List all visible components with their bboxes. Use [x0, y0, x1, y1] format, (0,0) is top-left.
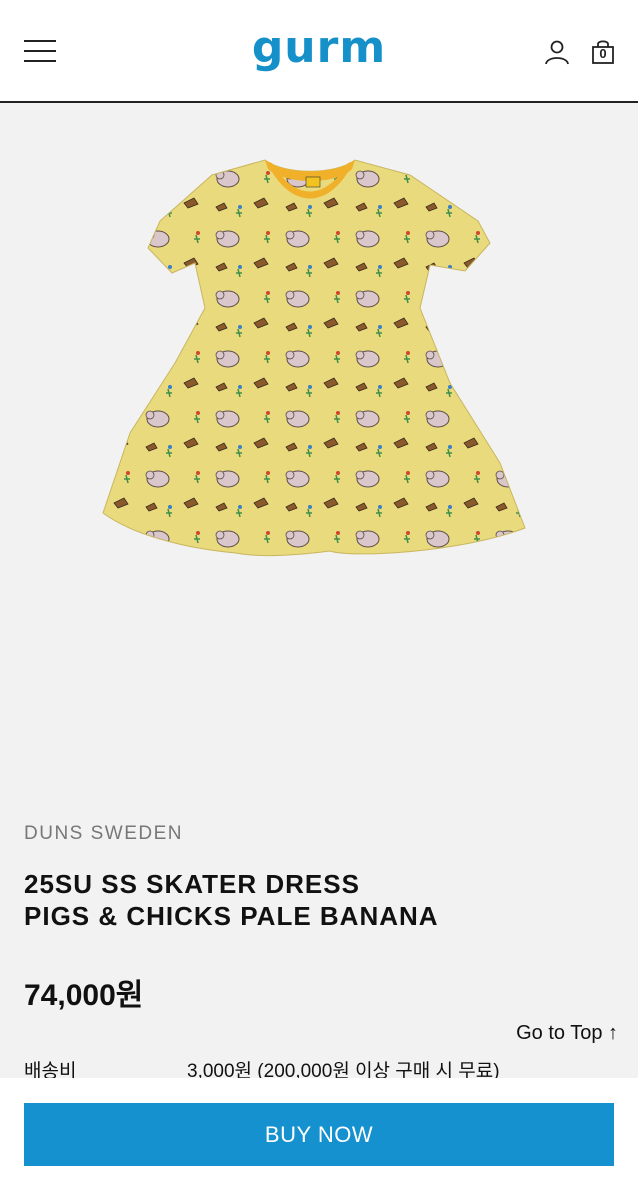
go-to-top-link[interactable]: Go to Top ↑ — [516, 1022, 618, 1045]
product-info: DUNS SWEDEN 25SU SS SKATER DRESS PIGS & … — [0, 788, 638, 1082]
buy-now-button[interactable]: BUY NOW — [24, 1103, 614, 1166]
bottom-action-bar: BUY NOW — [0, 1078, 638, 1200]
dress-image — [102, 159, 526, 557]
menu-line — [24, 50, 56, 52]
product-brand[interactable]: DUNS SWEDEN — [24, 823, 183, 845]
product-title-line1: 25SU SS SKATER DRESS — [24, 869, 360, 899]
menu-line — [24, 40, 56, 42]
cart-count-badge: 0 — [599, 46, 607, 61]
hamburger-menu-icon[interactable] — [24, 40, 56, 62]
product-image[interactable] — [0, 103, 638, 788]
product-price: 74,000원 — [24, 979, 144, 1012]
user-icon[interactable] — [544, 39, 570, 65]
product-title-line2: PIGS & CHICKS PALE BANANA — [24, 901, 439, 931]
site-logo[interactable]: gurm — [246, 20, 392, 80]
product-title: 25SU SS SKATER DRESS PIGS & CHICKS PALE … — [24, 868, 614, 932]
menu-line — [24, 60, 56, 62]
site-header: gurm 0 — [0, 0, 638, 103]
